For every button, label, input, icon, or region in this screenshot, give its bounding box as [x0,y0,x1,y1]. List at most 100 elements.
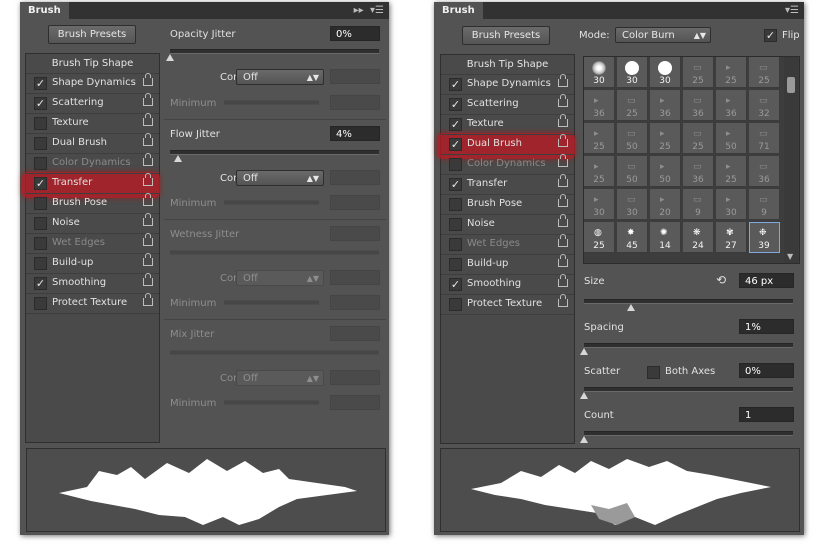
brush-tip-cell[interactable]: ▸ 25 [716,156,747,187]
brush-tip-cell[interactable]: ▭ 25 [749,57,780,88]
option-checkbox[interactable] [449,298,462,311]
brush-tip-cell[interactable]: ▭ 36 [749,156,780,187]
option-checkbox[interactable] [449,258,462,271]
lock-icon[interactable] [143,133,153,146]
option-checkbox[interactable] [34,217,47,230]
lock-icon[interactable] [558,254,568,267]
brush-tip-cell[interactable]: ▸ 25 [584,123,615,154]
brush-tip-cell[interactable]: ▸ 50 [716,123,747,154]
brush-tip-cell[interactable]: ✾ 27 [716,222,747,253]
brush-tip-cell[interactable]: ◍ 25 [584,222,615,253]
brush-tip-cell[interactable]: ▸ 25 [716,57,747,88]
scatter-thumb[interactable] [580,392,588,399]
option-protect-texture[interactable]: Protect Texture [26,293,159,314]
count-field[interactable]: 1 [739,407,794,422]
option-checkbox[interactable] [34,157,47,170]
flip-checkbox[interactable]: ✓ [764,29,777,42]
option-checkbox[interactable] [34,197,47,210]
spacing-slider[interactable] [584,343,793,348]
both-axes-checkbox[interactable] [647,366,660,379]
lock-icon[interactable] [558,154,568,167]
scroll-thumb[interactable] [787,77,795,93]
panel-menu-icon[interactable]: ▸▸ ▾☰ [354,2,384,19]
panel-menu-icon[interactable]: ▾☰ [785,2,799,19]
option-brush-pose[interactable]: Brush Pose [441,194,574,215]
reset-size-icon[interactable]: ⟲ [716,273,726,287]
flow-jitter-thumb[interactable] [174,155,182,162]
brush-tip-cell[interactable]: ▭ 25 [683,57,714,88]
flow-control-select[interactable]: Off ▲▼ [236,170,324,186]
option-checkbox[interactable]: ✓ [449,78,462,91]
brush-tip-cell[interactable]: ▸ 20 [650,189,681,220]
option-checkbox[interactable] [449,238,462,251]
brush-tip-cell[interactable]: 30 [617,57,648,88]
option-checkbox[interactable] [34,237,47,250]
option-scattering[interactable]: ✓ Scattering [26,93,159,114]
option-transfer[interactable]: ✓ Transfer [26,173,159,194]
brush-tip-cell[interactable]: ✺ 14 [650,222,681,253]
option-checkbox[interactable] [34,297,47,310]
option-checkbox[interactable] [34,117,47,130]
option-checkbox[interactable] [449,218,462,231]
option-dual-brush[interactable]: Dual Brush [26,133,159,154]
brush-tip-cell[interactable]: ▸ 36 [584,90,615,121]
brush-tip-grid[interactable]: 30 30 30 ▭ 25 ▸ 25 ▭ 25 ▸ 36 ▭ 25 ▸ 36 ▭ 36 ▸ 36 ▭ 32 ▸ 25 ▭ 50 ▸… [583,56,800,264]
option-shape-dynamics[interactable]: ✓ Shape Dynamics [26,73,159,94]
brush-tip-cell[interactable]: ▭ 36 [683,90,714,121]
option-wet-edges[interactable]: Wet Edges [26,233,159,254]
brush-tip-cell[interactable]: ▭ 30 [617,189,648,220]
lock-icon[interactable] [558,294,568,307]
option-wet-edges[interactable]: Wet Edges [441,234,574,255]
option-checkbox[interactable]: ✓ [34,77,47,90]
lock-icon[interactable] [558,94,568,107]
option-checkbox[interactable]: ✓ [34,97,47,110]
option-noise[interactable]: Noise [441,214,574,235]
brush-tip-cell[interactable]: ▭ 25 [683,123,714,154]
flow-jitter-slider[interactable] [170,150,379,155]
opacity-jitter-field[interactable]: 0% [330,26,380,41]
option-noise[interactable]: Noise [26,213,159,234]
option-smoothing[interactable]: ✓ Smoothing [441,274,574,295]
lock-icon[interactable] [558,74,568,87]
option-checkbox[interactable] [34,257,47,270]
lock-icon[interactable] [143,293,153,306]
scroll-down-icon[interactable]: ▼ [787,252,793,261]
brush-tip-cell[interactable]: ▭ 25 [617,90,648,121]
lock-icon[interactable] [143,153,153,166]
scatter-field[interactable]: 0% [739,363,794,378]
lock-icon[interactable] [143,113,153,126]
size-thumb[interactable] [627,304,635,311]
option-checkbox[interactable]: ✓ [34,277,47,290]
option-shape-dynamics[interactable]: ✓ Shape Dynamics [441,74,574,95]
option-smoothing[interactable]: ✓ Smoothing [26,273,159,294]
lock-icon[interactable] [558,194,568,207]
lock-icon[interactable] [143,273,153,286]
brush-tip-cell[interactable]: ▭ 9 [749,189,780,220]
brush-tip-cell[interactable]: ▸ 36 [716,90,747,121]
lock-icon[interactable] [143,173,153,186]
lock-icon[interactable] [558,214,568,227]
lock-icon[interactable] [558,174,568,187]
option-checkbox[interactable]: ✓ [449,138,462,151]
grid-scrollbar[interactable]: ▼ [784,57,798,263]
size-slider[interactable] [584,299,793,304]
brush-tip-cell[interactable]: ▸ 25 [584,156,615,187]
lock-icon[interactable] [143,93,153,106]
brush-tip-cell[interactable]: ▭ 50 [617,123,648,154]
spacing-thumb[interactable] [580,348,588,355]
size-field[interactable]: 46 px [739,273,794,288]
lock-icon[interactable] [143,233,153,246]
brush-tip-cell[interactable]: ❉ 39 [749,222,780,253]
brush-tip-cell[interactable]: ✸ 45 [617,222,648,253]
brush-tab[interactable]: Brush [434,2,483,19]
brush-tip-cell[interactable]: 30 [584,57,615,88]
count-thumb[interactable] [580,436,588,443]
option-checkbox[interactable] [449,198,462,211]
brush-tip-cell[interactable]: ▸ 36 [650,90,681,121]
option-texture[interactable]: ✓ Texture [441,114,574,135]
opacity-jitter-thumb[interactable] [166,54,174,61]
brush-tip-cell[interactable]: ▸ 30 [716,189,747,220]
brush-presets-button[interactable]: Brush Presets [48,25,136,44]
option-dual-brush[interactable]: ✓ Dual Brush [441,134,574,155]
brush-tip-cell[interactable]: ▭ 36 [683,156,714,187]
